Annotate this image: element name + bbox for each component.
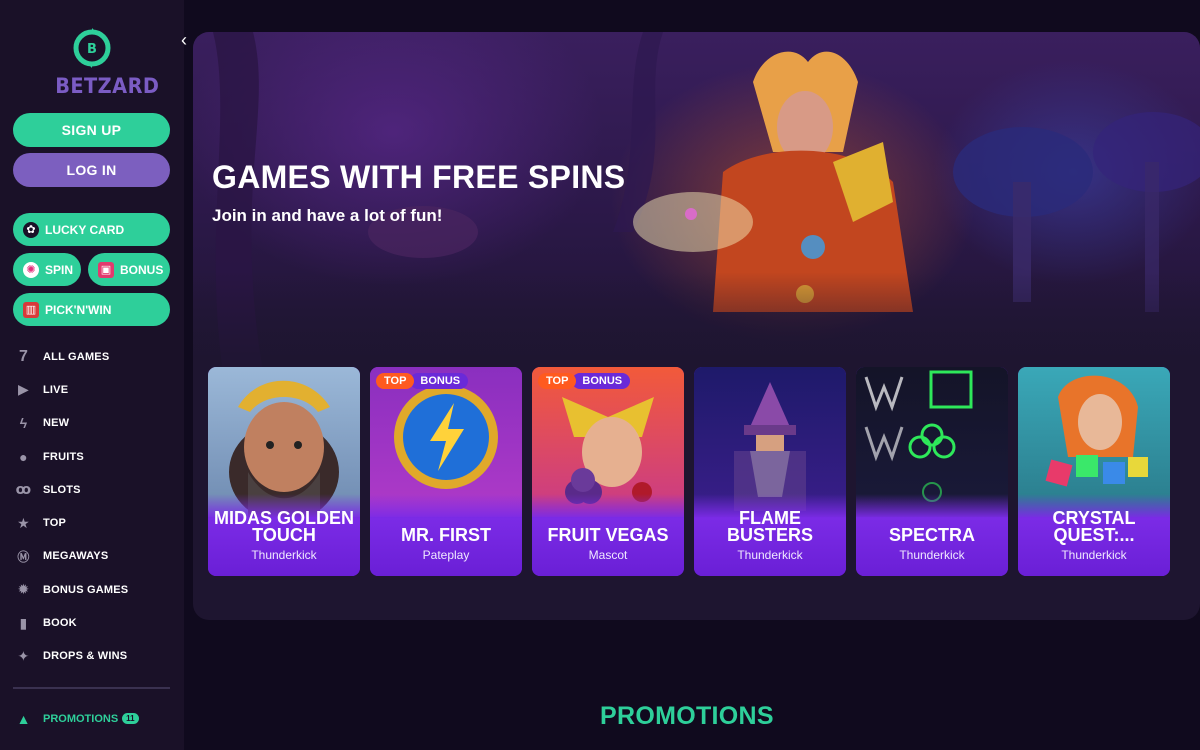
- sidebar-divider: [13, 687, 170, 689]
- free-spins-hero: GAMES WITH FREE SPINS Join in and have a…: [193, 32, 1200, 620]
- sidebar: B BETZARD SIGN UP LOG IN ✿ LUCKY CARD ✺ …: [0, 0, 184, 750]
- nav-label: DROPS & WINS: [43, 650, 128, 663]
- nav-label: MEGAWAYS: [43, 550, 109, 563]
- game-card[interactable]: CRYSTAL QUEST:... Thunderkick: [1018, 367, 1170, 576]
- pick-n-win-button[interactable]: ▥ PICK'N'WIN: [13, 293, 170, 326]
- nav-item-promotions[interactable]: ▲ PROMOTIONS 11: [14, 709, 139, 728]
- svg-text:B: B: [87, 42, 97, 57]
- bonus-gear-icon: ✹: [17, 581, 30, 598]
- lucky-card-button[interactable]: ✿ LUCKY CARD: [13, 213, 170, 246]
- game-provider: Thunderkick: [251, 548, 317, 562]
- hero-title: GAMES WITH FREE SPINS: [212, 159, 626, 195]
- clover-icon: ✿: [23, 221, 39, 238]
- lucky-card-label: LUCKY CARD: [45, 222, 125, 237]
- spin-label: SPIN: [45, 262, 74, 277]
- nav-item-all-games[interactable]: 7 ALL GAMES: [14, 340, 174, 373]
- game-card[interactable]: FLAME BUSTERS Thunderkick: [694, 367, 846, 576]
- bonus-label: BONUS: [120, 262, 164, 277]
- pick-n-win-label: PICK'N'WIN: [45, 302, 112, 317]
- nav-item-live[interactable]: ▶ LIVE: [14, 373, 174, 406]
- brand-logo[interactable]: B BETZARD: [52, 26, 160, 98]
- game-title: MR. FIRST: [401, 525, 491, 545]
- nav-item-megaways[interactable]: Ⓜ MEGAWAYS: [14, 540, 174, 573]
- promotions-count-badge: 11: [122, 713, 139, 724]
- game-card[interactable]: SPECTRA Thunderkick: [856, 367, 1008, 576]
- nav-label: NEW: [43, 417, 70, 430]
- chevron-left-icon: ‹: [181, 29, 187, 50]
- play-icon: ▶: [18, 381, 29, 398]
- nav-label: BONUS GAMES: [43, 583, 129, 596]
- fruit-icon: ●: [19, 448, 28, 465]
- nav-label: FRUITS: [43, 450, 84, 463]
- game-provider: Pateplay: [422, 548, 470, 562]
- game-provider: Thunderkick: [899, 548, 965, 562]
- nav-label: LIVE: [43, 383, 69, 396]
- book-icon: ▮: [19, 614, 28, 631]
- game-card[interactable]: TOP BONUS FRUIT VEGAS Mascot: [532, 367, 684, 576]
- game-provider: Thunderkick: [1061, 548, 1127, 562]
- nav-item-bonus-games[interactable]: ✹ BONUS GAMES: [14, 573, 174, 606]
- game-card-list: MIDAS GOLDEN TOUCH Thunderkick TOP BONUS…: [208, 367, 1170, 576]
- drops-icon: ✦: [17, 647, 30, 664]
- promotions-label: PROMOTIONS: [43, 712, 119, 725]
- promotions-icon: ▲: [16, 710, 31, 727]
- game-badges: TOP BONUS: [538, 373, 631, 389]
- top-badge: TOP: [376, 373, 415, 389]
- betzard-logo-icon: B: [72, 26, 112, 70]
- collapse-sidebar-button[interactable]: ‹: [176, 30, 192, 50]
- nav-item-fruits[interactable]: ● FRUITS: [14, 440, 174, 473]
- bonus-badge: BONUS: [410, 373, 469, 389]
- cherries-icon: ꝏ: [15, 481, 32, 498]
- login-button[interactable]: LOG IN: [13, 153, 170, 187]
- game-card[interactable]: TOP BONUS MR. FIRST Pateplay: [370, 367, 522, 576]
- wheel-icon: ✺: [23, 261, 39, 278]
- promotions-section-title: PROMOTIONS: [600, 702, 774, 730]
- cards-icon: ▥: [23, 301, 39, 318]
- game-title: FRUIT VEGAS: [547, 525, 669, 545]
- star-icon: ★: [17, 514, 30, 531]
- seven-icon: 7: [18, 347, 29, 365]
- nav-label: SLOTS: [43, 483, 81, 496]
- game-title: CRYSTAL QUEST:...: [1052, 508, 1136, 545]
- nav-item-new[interactable]: ϟ NEW: [14, 407, 174, 440]
- game-provider: Mascot: [588, 548, 628, 562]
- game-category-nav: 7 ALL GAMES ▶ LIVE ϟ NEW ● FRUITS ꝏ SLOT…: [14, 340, 174, 673]
- megaways-icon: Ⓜ: [17, 549, 30, 564]
- signup-button[interactable]: SIGN UP: [13, 113, 170, 147]
- game-title: FLAME BUSTERS: [726, 508, 813, 545]
- top-badge: TOP: [538, 373, 577, 389]
- game-provider: Thunderkick: [737, 548, 803, 562]
- bonus-badge: BONUS: [572, 373, 631, 389]
- nav-label: TOP: [43, 517, 67, 530]
- nav-item-slots[interactable]: ꝏ SLOTS: [14, 473, 174, 506]
- lightning-icon: ϟ: [19, 415, 28, 432]
- game-title: MIDAS GOLDEN TOUCH: [213, 508, 354, 545]
- hero-fade: [193, 272, 1200, 382]
- bonus-button[interactable]: ▣ BONUS: [88, 253, 170, 286]
- game-card[interactable]: MIDAS GOLDEN TOUCH Thunderkick: [208, 367, 360, 576]
- nav-item-top[interactable]: ★ TOP: [14, 506, 174, 539]
- nav-label: BOOK: [43, 617, 77, 630]
- brand-name: BETZARD: [55, 74, 160, 98]
- hero-subtitle: Join in and have a lot of fun!: [212, 206, 443, 225]
- nav-item-book[interactable]: ▮ BOOK: [14, 606, 174, 639]
- nav-item-drops-wins[interactable]: ✦ DROPS & WINS: [14, 640, 174, 673]
- game-badges: TOP BONUS: [376, 373, 469, 389]
- gift-icon: ▣: [98, 261, 114, 278]
- spin-button[interactable]: ✺ SPIN: [13, 253, 81, 286]
- nav-label: ALL GAMES: [43, 350, 110, 363]
- game-title: SPECTRA: [888, 525, 975, 545]
